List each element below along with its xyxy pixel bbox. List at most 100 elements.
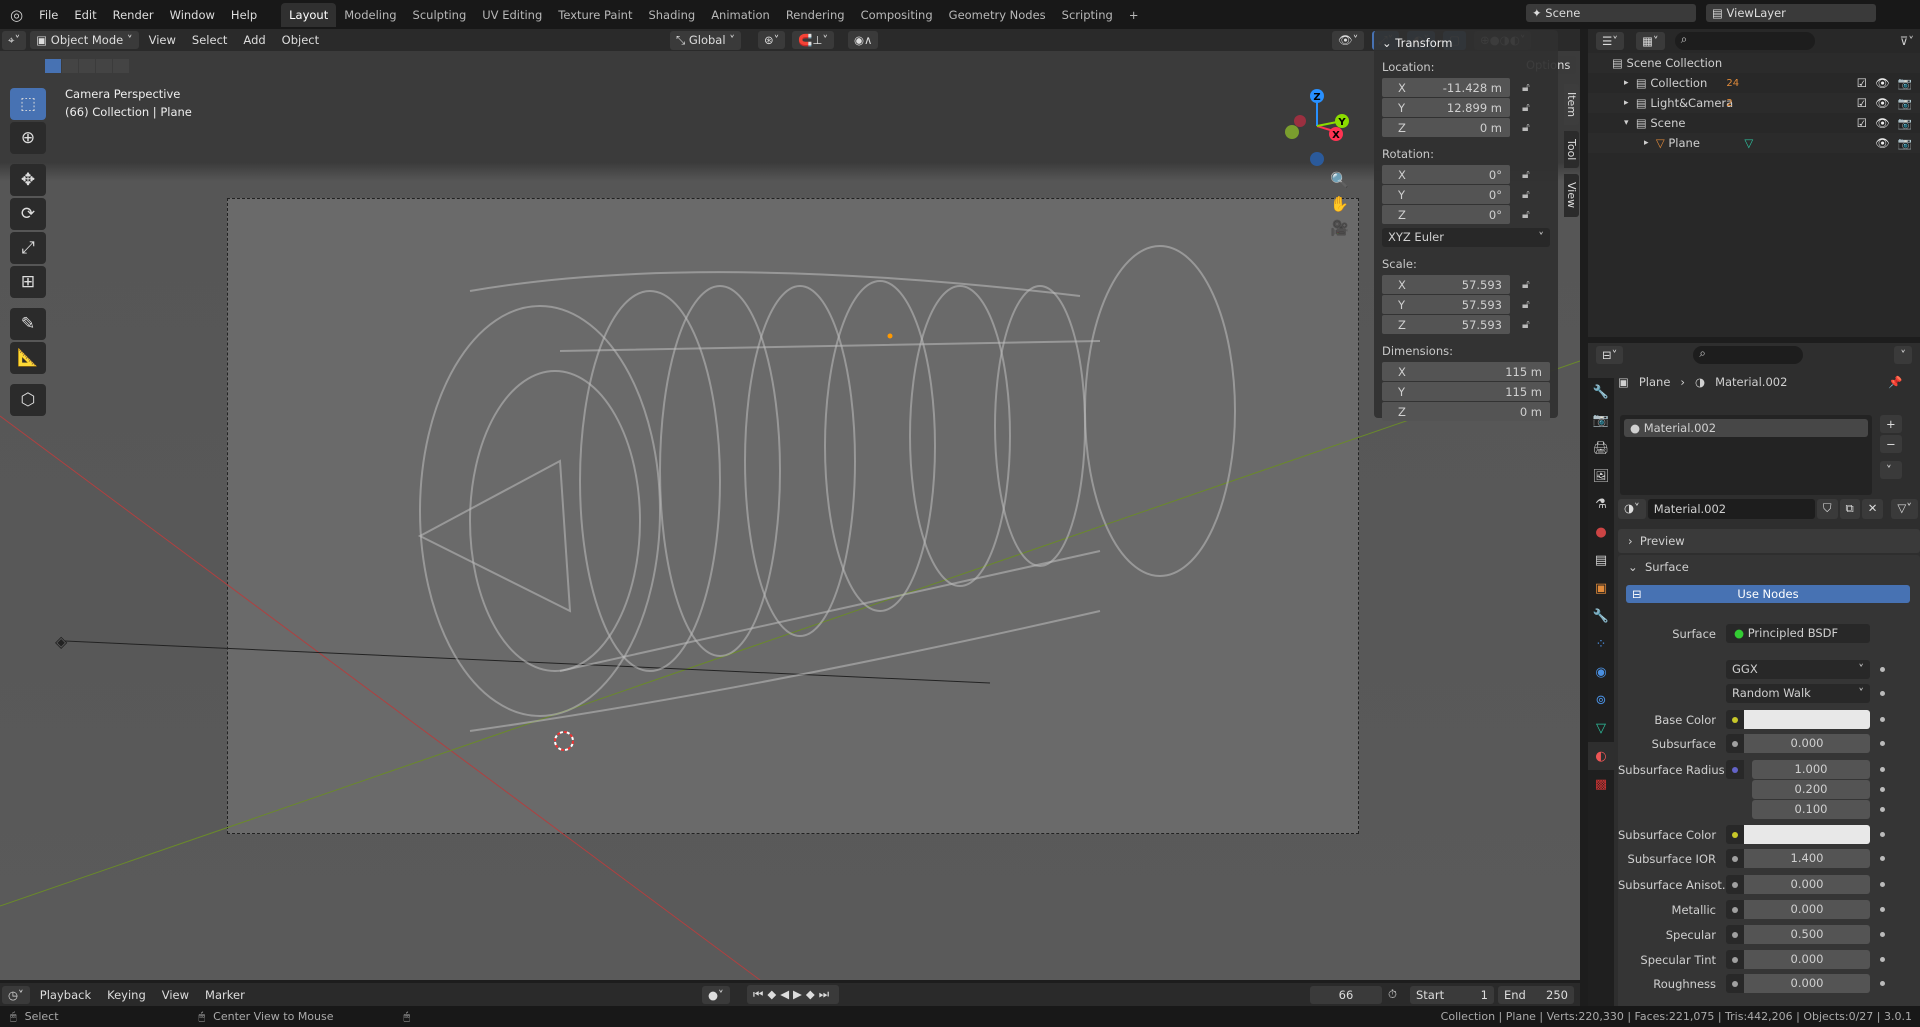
blender-logo-icon[interactable]: ◎ [0,6,31,24]
dimensions-z-field[interactable]: Z 0 m [1382,402,1550,421]
menu-object[interactable]: Object [274,33,327,47]
socket-icon[interactable] [1726,875,1744,894]
outliner-item-collection[interactable]: ▸ ▤ Collection 24 ☑ 👁 📷 [1588,73,1920,93]
camera-render-icon[interactable]: 📷 [1898,136,1912,150]
subsurface-color-swatch[interactable] [1744,825,1870,844]
transform-tool-icon[interactable]: ⊞ [10,266,46,298]
slot-menu-button[interactable]: ˅ [1880,461,1902,479]
particles-tab-icon[interactable]: ⁘ [1588,630,1614,658]
tab-shading[interactable]: Shading [640,3,703,27]
browse-material-button[interactable]: ◑˅ [1618,499,1646,519]
tab-layout[interactable]: Layout [281,2,337,27]
menu-select[interactable]: Select [184,33,235,47]
keyframe-dot[interactable] [1880,932,1885,937]
scale-tool-icon[interactable]: ⤢ [10,232,46,264]
lock-icon[interactable]: 🔓︎ [1522,100,1530,115]
location-y-field[interactable]: Y 12.899 m [1382,98,1510,117]
keyframe-dot[interactable] [1880,691,1885,696]
menu-view[interactable]: View [141,33,184,47]
camera-render-icon[interactable]: 📷 [1898,96,1912,110]
measure-tool-icon[interactable]: 📐 [10,342,46,374]
exclude-checkbox[interactable]: ☑ [1857,116,1867,130]
expand-icon[interactable]: ▾ [1624,118,1629,128]
keyframe-dot[interactable] [1880,741,1885,746]
subsurface-radius-2-field[interactable]: 0.100 [1752,800,1870,819]
keyframe-dot[interactable] [1880,957,1885,962]
keyframe-dot[interactable] [1880,981,1885,986]
physics-tab-icon[interactable]: ◉ [1588,658,1614,686]
world-tab-icon[interactable]: ● [1588,518,1614,546]
add-workspace-button[interactable]: + [1121,3,1147,27]
rotation-x-field[interactable]: X 0° [1382,165,1510,184]
expand-icon[interactable]: ▸ [1624,98,1629,108]
tab-rendering[interactable]: Rendering [778,3,853,27]
rotation-z-field[interactable]: Z 0° [1382,205,1510,224]
add-cube-tool-icon[interactable]: ⬡ [10,384,46,416]
eye-icon[interactable]: 👁 [1875,96,1890,110]
scale-x-field[interactable]: X 57.593 [1382,275,1510,294]
lock-icon[interactable]: 🔓︎ [1522,167,1530,182]
keyframe-dot[interactable] [1880,667,1885,672]
keyframe-dot[interactable] [1880,882,1885,887]
keyframe-dot[interactable] [1880,856,1885,861]
keyframe-dot[interactable] [1880,767,1885,772]
camera-render-icon[interactable]: 📷 [1898,116,1912,130]
material-slot[interactable]: ● Material.002 [1624,419,1868,437]
eye-icon[interactable]: 👁 [1875,116,1890,130]
timeline-editor-type[interactable]: ◷˅ [2,985,30,1004]
tab-uv-editing[interactable]: UV Editing [474,3,550,27]
filter-icon[interactable]: ⊽˅ [1900,34,1914,48]
texture-tab-icon[interactable]: ▩ [1588,770,1614,798]
subsurface-method-dropdown[interactable]: Random Walk ˅ [1726,684,1870,703]
transform-header[interactable]: ⌄ Transform [1382,36,1550,50]
view-layer-tab-icon[interactable]: 🖼 [1588,462,1614,490]
display-mode-button[interactable]: ▦˅ [1636,32,1665,50]
output-tab-icon[interactable]: 🖨 [1588,434,1614,462]
socket-icon[interactable] [1726,734,1744,753]
tab-view[interactable]: View [1564,174,1579,217]
scale-y-field[interactable]: Y 57.593 [1382,295,1510,314]
socket-icon[interactable] [1726,950,1744,969]
outliner-item-scene[interactable]: ▾ ▤ Scene ☑ 👁 📷 [1588,113,1920,133]
constraints-tab-icon[interactable]: ⊚ [1588,686,1614,714]
lock-icon[interactable]: 🔓︎ [1522,187,1530,202]
surface-panel-header[interactable]: ⌄ Surface [1618,555,1920,579]
menu-render[interactable]: Render [105,8,162,22]
subsurface-field[interactable]: 0.000 [1744,734,1870,753]
scene-selector[interactable]: ✦ Scene [1526,4,1696,22]
eye-icon[interactable]: 👁 [1875,76,1890,90]
camera-render-icon[interactable]: 📷 [1898,76,1912,90]
location-x-field[interactable]: X -11.428 m [1382,78,1510,97]
material-name-field[interactable]: Material.002 [1647,499,1815,519]
cursor-tool-icon[interactable]: ⊕ [10,122,46,154]
stopwatch-icon[interactable]: ⏱ [1388,987,1397,1002]
surface-shader-field[interactable]: ● Principled BSDF [1726,624,1870,643]
keyframe-dot[interactable] [1880,807,1885,812]
scale-z-field[interactable]: Z 57.593 [1382,315,1510,334]
dimensions-x-field[interactable]: X 115 m [1382,362,1550,381]
preview-panel-header[interactable]: › Preview [1618,529,1920,553]
metallic-field[interactable]: 0.000 [1744,900,1870,919]
subsurface-ior-field[interactable]: 1.400 [1744,849,1870,868]
roughness-field[interactable]: 0.000 [1744,974,1870,993]
socket-icon[interactable] [1726,974,1744,993]
lock-icon[interactable]: 🔓︎ [1522,297,1530,312]
render-tab-icon[interactable]: 📷 [1588,406,1614,434]
snap-button[interactable]: 🧲⊥˅ [792,31,835,49]
outliner-item-light-camera[interactable]: ▸ ▤ Light&Camera 2 ☑ 👁 📷 [1588,93,1920,113]
expand-icon[interactable]: ▸ [1644,138,1649,148]
location-z-field[interactable]: Z 0 m [1382,118,1510,137]
select-box-tool-icon[interactable]: ⬚ [10,88,46,120]
fake-user-icon[interactable]: ⛉ [1816,499,1838,519]
data-tab-icon[interactable]: ▽ [1588,714,1614,742]
base-color-swatch[interactable] [1744,710,1870,729]
tab-tool[interactable]: Tool [1564,131,1579,169]
editor-type-button[interactable]: ⌖˅ [2,30,27,50]
socket-icon[interactable] [1726,900,1744,919]
menu-timeline-view[interactable]: View [154,988,197,1002]
outliner-item-plane[interactable]: ▸ ▽ Plane ▽ 👁 📷 [1588,133,1920,153]
end-frame-field[interactable]: End 250 [1498,985,1574,1004]
subsurface-anisot-field[interactable]: 0.000 [1744,875,1870,894]
tab-modeling[interactable]: Modeling [336,3,404,27]
lock-icon[interactable]: 🔓︎ [1522,207,1530,222]
